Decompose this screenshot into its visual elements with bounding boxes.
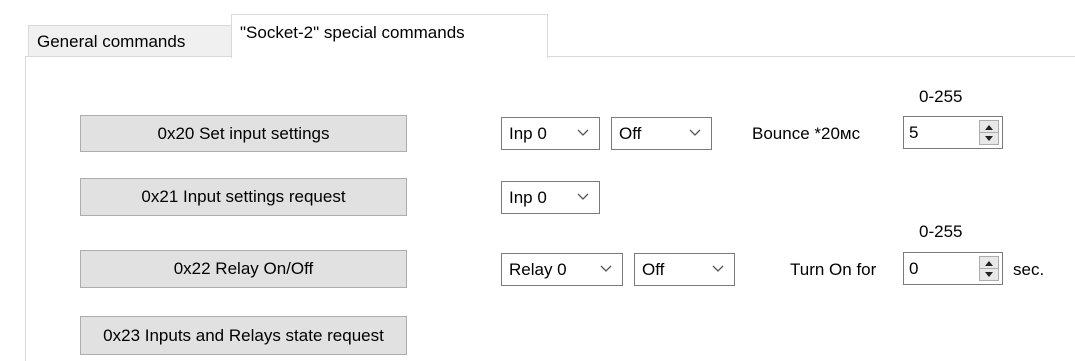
combo-value: Inp 0 <box>509 124 547 143</box>
bounce-range-label: 0-255 <box>919 87 963 106</box>
tab-label: "Socket-2" special commands <box>240 23 465 42</box>
turn-on-spinner[interactable]: 0 <box>903 252 1003 285</box>
relay-on-off-button[interactable]: 0x22 Relay On/Off <box>80 250 407 288</box>
spinner-value: 5 <box>909 123 919 142</box>
combo-value: Off <box>619 124 642 143</box>
turn-on-range-label: 0-255 <box>919 222 963 241</box>
spinner-value: 0 <box>909 259 919 278</box>
relay-select[interactable]: Relay 0 <box>501 253 623 286</box>
button-label: 0x23 Inputs and Relays state request <box>103 325 384 345</box>
seconds-unit-label: sec. <box>1013 260 1045 279</box>
chevron-down-icon <box>712 265 724 272</box>
bounce-label: Bounce *20мс <box>752 124 861 143</box>
combo-value: Off <box>642 260 665 279</box>
tab-socket2-special-commands[interactable]: "Socket-2" special commands <box>231 14 548 58</box>
triangle-up-icon[interactable] <box>980 121 998 133</box>
relay-state-select[interactable]: Off <box>634 253 735 286</box>
button-label: 0x22 Relay On/Off <box>173 259 314 278</box>
chevron-down-icon <box>600 265 612 272</box>
input-select[interactable]: Inp 0 <box>501 181 600 214</box>
input-settings-request-button[interactable]: 0x21 Input settings request <box>80 178 407 216</box>
triangle-down-icon[interactable] <box>980 269 998 280</box>
spinner-arrows <box>979 256 999 281</box>
tab-strip: General commands "Socket-2" special comm… <box>0 0 1075 58</box>
button-label: 0x20 Set input settings <box>157 123 330 143</box>
state-select[interactable]: Off <box>611 117 712 150</box>
triangle-down-icon[interactable] <box>980 133 998 144</box>
tab-label: General commands <box>37 32 186 51</box>
spinner-arrows <box>979 120 999 145</box>
input-select[interactable]: Inp 0 <box>501 117 600 150</box>
bounce-spinner[interactable]: 5 <box>903 116 1003 149</box>
set-input-settings-button[interactable]: 0x20 Set input settings <box>80 115 407 152</box>
turn-on-for-label: Turn On for <box>790 260 877 279</box>
tab-general-commands[interactable]: General commands <box>28 25 232 56</box>
button-label: 0x21 Input settings request <box>141 187 346 206</box>
chevron-down-icon <box>577 193 589 200</box>
chevron-down-icon <box>577 129 589 136</box>
chevron-down-icon <box>689 129 701 136</box>
combo-value: Relay 0 <box>509 260 567 279</box>
inputs-relays-state-request-button[interactable]: 0x23 Inputs and Relays state request <box>80 316 407 355</box>
triangle-up-icon[interactable] <box>980 257 998 269</box>
combo-value: Inp 0 <box>509 188 547 207</box>
